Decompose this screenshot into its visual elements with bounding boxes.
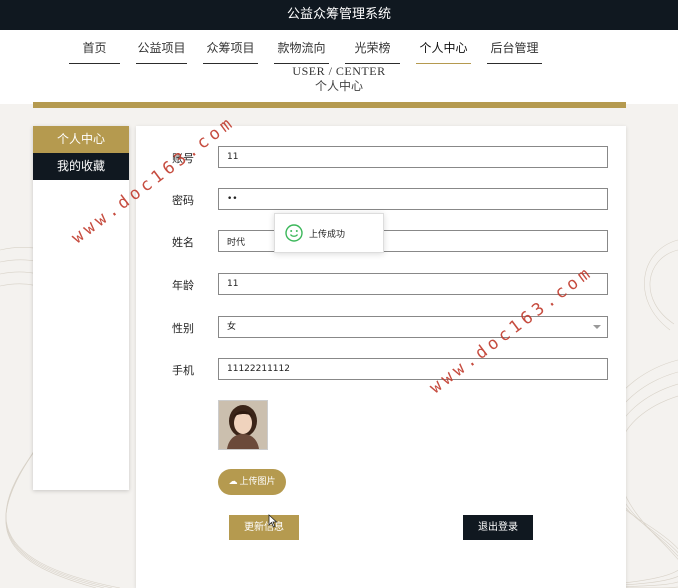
- smile-check-icon: [285, 224, 303, 242]
- nav-item-charity-projects[interactable]: 公益项目: [136, 30, 187, 66]
- avatar: [218, 400, 268, 450]
- upload-image-label: 上传图片: [239, 477, 276, 487]
- mouse-cursor-icon: [268, 514, 278, 528]
- gender-label: 性别: [172, 322, 194, 335]
- nav-item-honor-roll[interactable]: 光荣榜: [345, 30, 400, 66]
- nav-item-crowdfunding-projects[interactable]: 众筹项目: [203, 30, 258, 66]
- page: 公益众筹管理系统 首页 公益项目 众筹项目 款物流向 光荣榜 个人中心 后台管理…: [0, 0, 678, 588]
- nav-item-user-center[interactable]: 个人中心: [416, 30, 471, 66]
- nav-item-donation-flow[interactable]: 款物流向: [274, 30, 329, 66]
- upload-success-toast: 上传成功: [274, 213, 384, 253]
- phone-label: 手机: [172, 364, 194, 377]
- update-info-button[interactable]: 更新信息: [229, 515, 299, 540]
- phone-row: 手机: [136, 358, 626, 382]
- gender-row: 性别 女: [136, 316, 626, 340]
- main-nav: 首页 公益项目 众筹项目 款物流向 光荣榜 个人中心 后台管理: [69, 30, 558, 66]
- gender-select[interactable]: 女: [218, 316, 608, 338]
- name-label: 姓名: [172, 236, 194, 249]
- gender-select-value[interactable]: 女: [218, 316, 608, 338]
- phone-field[interactable]: [218, 358, 608, 380]
- app-title: 公益众筹管理系统: [286, 7, 391, 22]
- profile-form: 账号 密码 姓名 年龄 性别 女 手机: [136, 126, 626, 588]
- app-title-bar: 公益众筹管理系统: [0, 0, 678, 30]
- password-label: 密码: [172, 194, 194, 207]
- page-header: USER / CENTER 个人中心: [0, 64, 678, 104]
- cloud-upload-icon: ☁: [228, 477, 238, 487]
- page-title-en: USER / CENTER: [292, 64, 386, 78]
- sidebar-item-user-center[interactable]: 个人中心: [33, 126, 129, 153]
- account-field[interactable]: [218, 146, 608, 168]
- password-row: 密码: [136, 188, 626, 212]
- nav-item-admin[interactable]: 后台管理: [487, 30, 542, 66]
- avatar-photo: [219, 401, 267, 449]
- nav-item-home[interactable]: 首页: [69, 30, 120, 66]
- upload-image-button[interactable]: ☁ 上传图片: [218, 469, 286, 495]
- sidebar-item-favorites[interactable]: 我的收藏: [33, 153, 129, 180]
- header-divider: [33, 102, 626, 108]
- age-label: 年龄: [172, 279, 194, 292]
- password-field[interactable]: [218, 188, 608, 210]
- page-title-cn: 个人中心: [314, 79, 363, 93]
- main-nav-bar: 首页 公益项目 众筹项目 款物流向 光荣榜 个人中心 后台管理: [0, 30, 678, 66]
- sidebar: 个人中心 我的收藏: [33, 126, 129, 490]
- chevron-down-icon: [593, 325, 601, 329]
- logout-button[interactable]: 退出登录: [463, 515, 533, 540]
- toast-message: 上传成功: [309, 230, 346, 240]
